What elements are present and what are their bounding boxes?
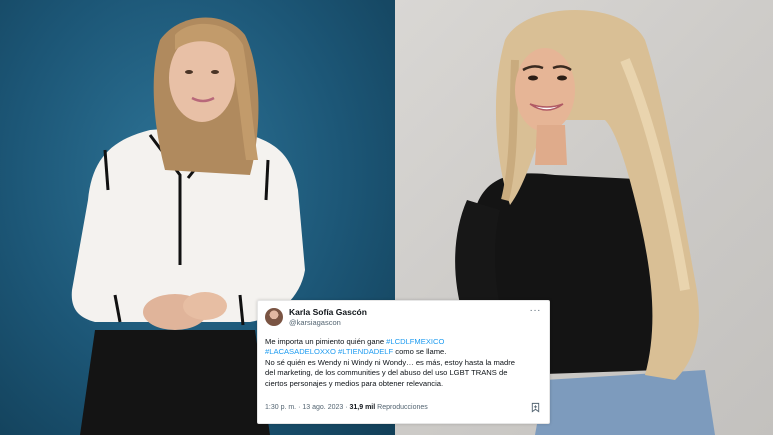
more-horizontal-icon[interactable]: ··· [530, 305, 542, 316]
author-name[interactable]: Karla Sofía Gascón [289, 307, 367, 317]
tweet-text-segment: ciertos personajes y medios para obtener… [265, 378, 444, 388]
tweet-meta: 1:30 p. m. · 13 ago. 2023 · 31,9 mil Rep… [265, 404, 428, 411]
meta-separator: · [298, 404, 301, 411]
views-count: 31,9 mil [349, 404, 376, 411]
bookmark-icon[interactable] [530, 402, 541, 413]
tweet-line: del marketing, de los communities y del … [265, 368, 543, 378]
hashtag-link[interactable]: #LACASADELOXXO [265, 347, 336, 356]
views-label: Reproducciones [377, 404, 428, 411]
meta-separator-2: · [345, 404, 348, 411]
avatar[interactable] [265, 308, 283, 326]
hashtag-link[interactable]: #LCDLFMEXICO [386, 337, 444, 346]
tweet-text-segment: Me importa un pimiento quién gane [265, 337, 387, 346]
tweet-line: No sé quién es Wendy ni Windy ni Wondy… … [265, 358, 543, 368]
tweet-text-segment: del marketing, de los communities y del … [265, 368, 508, 378]
author-handle[interactable]: @karsiagascon [289, 318, 341, 327]
tweet-line: ciertos personajes y medios para obtener… [265, 379, 543, 389]
tweet-text: Me importa un pimiento quién gane #LCDLF… [265, 337, 543, 389]
tweet-line: #LACASADELOXXO #LTIENDADELF como se llam… [265, 347, 543, 357]
tweet-date[interactable]: 13 ago. 2023 [302, 404, 343, 411]
hashtag-link[interactable]: #LTIENDADELF [338, 347, 393, 356]
tweet-text-segment: como se llame. [393, 347, 447, 357]
tweet-line: Me importa un pimiento quién gane #LCDLF… [265, 337, 543, 347]
tweet-text-segment: No sé quién es Wendy ni Windy ni Wondy… … [265, 357, 516, 367]
tweet-card: Karla Sofía Gascón @karsiagascon ··· Me … [257, 300, 550, 424]
tweet-time[interactable]: 1:30 p. m. [265, 404, 296, 411]
